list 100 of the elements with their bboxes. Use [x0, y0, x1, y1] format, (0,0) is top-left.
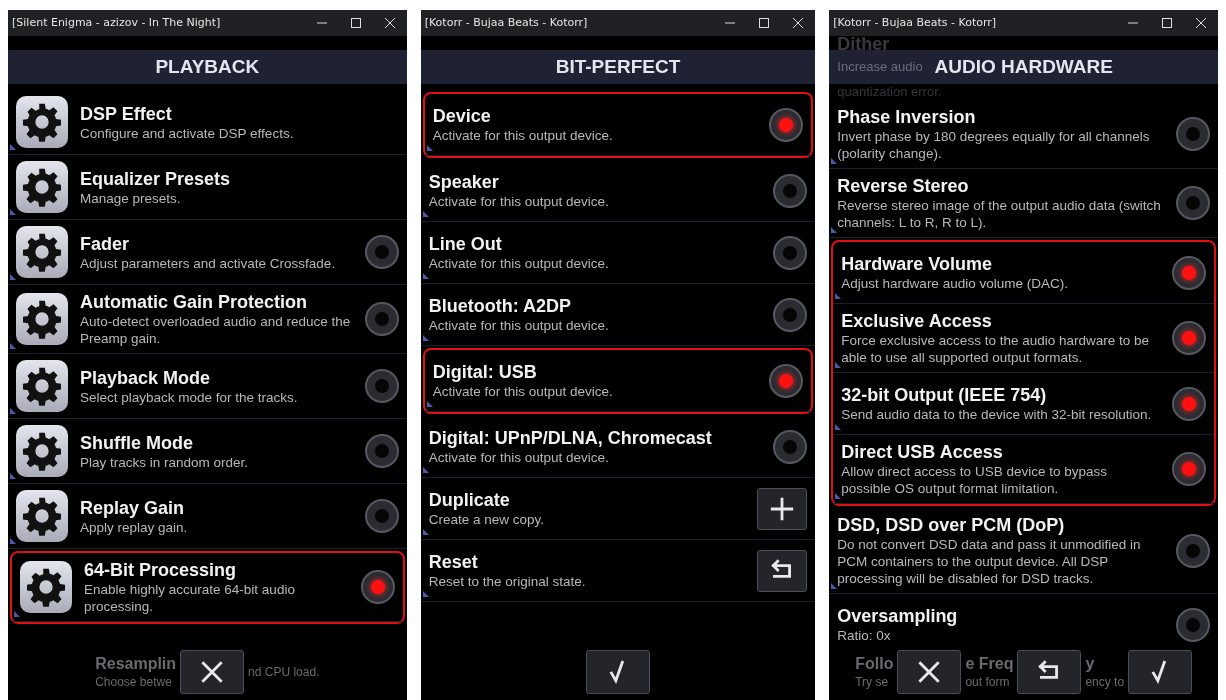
setting-description: Force exclusive access to the audio hardware to be able to use all supported output formats. — [841, 332, 1150, 366]
close-button[interactable] — [180, 650, 245, 694]
window-title: [Silent Enigma - azizov - In The Night] — [12, 14, 222, 31]
toggle-switch[interactable] — [364, 369, 399, 403]
settings-row[interactable]: Bluetooth: A2DP Activate for this output device. — [420, 284, 816, 346]
corner-marker-icon — [10, 408, 16, 414]
settings-row[interactable]: DSP Effect Configure and activate DSP effects. — [8, 90, 407, 155]
toggle-switch[interactable] — [1172, 255, 1206, 290]
toggle-switch[interactable] — [1172, 321, 1206, 355]
corner-marker-icon — [10, 144, 16, 150]
setting-description: Adjust hardware audio volume (DAC). — [841, 275, 1069, 292]
setting-description: Allow direct access to USB device to bypass possible OS output format limitation. — [841, 463, 1108, 497]
faded-setting-description: quantization error. — [836, 84, 943, 100]
corner-marker-icon — [10, 473, 16, 479]
toggle-switch[interactable] — [360, 570, 395, 604]
setting-description: Adjust parameters and activate Crossfade. — [80, 254, 337, 272]
settings-row[interactable]: 32-bit Output (IEEE 754) Send audio data to the device with 32-bit resolution. — [833, 373, 1214, 435]
setting-title: Hardware Volume — [841, 253, 994, 275]
settings-row[interactable]: Replay Gain Apply replay gain. — [8, 484, 407, 549]
setting-title: DSD, DSD over PCM (DoP) — [837, 514, 1066, 536]
setting-title: Duplicate — [428, 489, 511, 511]
setting-description: Reset to the original state. — [428, 573, 587, 590]
settings-row[interactable]: Digital: USB Activate for this output device. — [424, 350, 812, 412]
faded-setting-description: out form — [965, 673, 1011, 691]
setting-title: Reverse Stereo — [837, 175, 970, 197]
corner-marker-icon — [14, 611, 20, 617]
settings-row[interactable]: Reverse Stereo Reverse stereo image of the output audio data (switch channels: L to R, R to L). — [829, 169, 1218, 238]
maximize-icon[interactable] — [759, 18, 770, 28]
faded-setting-title: Follo — [855, 653, 894, 673]
close-button[interactable] — [897, 650, 962, 694]
toggle-switch[interactable] — [773, 429, 808, 464]
toggle-switch[interactable] — [1172, 386, 1206, 421]
settings-row[interactable]: 64-Bit Processing Enable highly accurate 64-bit audio processing. — [12, 553, 403, 622]
settings-row[interactable]: Hardware Volume Adjust hardware audio volume (DAC). — [833, 242, 1214, 304]
setting-title: Speaker — [428, 171, 500, 193]
corner-marker-icon — [10, 538, 16, 544]
settings-row[interactable]: Reset Reset to the original state. — [420, 540, 816, 602]
settings-row[interactable]: Exclusive Access Force exclusive access to the audio hardware to be able to use all supported output formats. — [833, 304, 1214, 373]
setting-description: Reverse stereo image of the output audio data (switch channels: L to R, R to L). — [837, 197, 1162, 231]
toggle-switch[interactable] — [769, 107, 804, 142]
setting-title: 32-bit Output (IEEE 754) — [841, 384, 1048, 406]
toggle-switch[interactable] — [773, 297, 808, 332]
faded-setting-description: Choose betwe — [95, 673, 173, 691]
setting-description: Activate for this output device. — [428, 449, 610, 466]
settings-row[interactable]: Shuffle Mode Play tracks in random order. — [8, 419, 407, 484]
settings-row[interactable]: Digital: UPnP/DLNA, Chromecast Activate for this output device. — [420, 416, 816, 478]
close-icon[interactable] — [793, 18, 804, 28]
close-icon — [199, 659, 226, 685]
setting-description: Apply replay gain. — [80, 518, 189, 536]
toggle-switch[interactable] — [364, 302, 399, 336]
corner-marker-icon — [831, 583, 838, 589]
setting-description: Activate for this output device. — [432, 383, 614, 400]
toggle-switch[interactable] — [1172, 452, 1206, 486]
toggle-switch[interactable] — [1176, 186, 1210, 220]
corner-marker-icon — [835, 493, 842, 499]
toggle-switch[interactable] — [364, 499, 399, 533]
close-icon[interactable] — [1196, 18, 1206, 28]
settings-row[interactable]: Direct USB Access Allow direct access to USB device to bypass possible OS output format limitation. — [833, 435, 1214, 504]
setting-description: Activate for this output device. — [428, 255, 610, 272]
setting-description: Invert phase by 180 degrees equally for all channels (polarity change). — [837, 128, 1151, 162]
confirm-button[interactable] — [1128, 650, 1193, 694]
toggle-switch[interactable] — [364, 235, 399, 269]
reset-button[interactable] — [1017, 650, 1082, 694]
toggle-switch[interactable] — [364, 434, 399, 468]
settings-row[interactable]: Automatic Gain Protection Auto-detect overloaded audio and reduce the Preamp gain. — [8, 285, 407, 354]
settings-row[interactable]: Duplicate Create a new copy. — [420, 478, 816, 540]
reset-button[interactable] — [757, 549, 808, 592]
setting-title: Exclusive Access — [841, 310, 993, 332]
toggle-switch[interactable] — [773, 235, 808, 270]
corner-marker-icon — [10, 343, 16, 349]
setting-title: Bluetooth: A2DP — [428, 295, 572, 317]
screen-title: BIT-PERFECT — [554, 54, 682, 79]
toggle-switch[interactable] — [1176, 607, 1210, 642]
setting-title: Equalizer Presets — [80, 167, 232, 190]
corner-marker-icon — [835, 362, 842, 368]
plus-icon — [769, 495, 796, 522]
settings-row[interactable]: DSD, DSD over PCM (DoP) Do not convert DSD data and pass it unmodified in PCM containers to the output device. All DSP processing will be disabled for DSD tracks. — [829, 508, 1218, 594]
faded-setting-title: Dither — [836, 36, 891, 50]
setting-title: Digital: USB — [432, 361, 538, 383]
toggle-switch[interactable] — [1176, 533, 1210, 568]
add-button[interactable] — [757, 487, 808, 530]
toggle-switch[interactable] — [769, 363, 804, 398]
setting-title: Shuffle Mode — [80, 431, 194, 454]
settings-row[interactable]: Line Out Activate for this output device. — [420, 222, 816, 284]
maximize-icon[interactable] — [350, 18, 361, 28]
setting-title: Direct USB Access — [841, 441, 1004, 463]
settings-row[interactable]: Fader Adjust parameters and activate Crossfade. — [8, 220, 407, 285]
toggle-switch[interactable] — [773, 173, 808, 208]
confirm-button[interactable] — [586, 650, 650, 694]
settings-row[interactable]: Equalizer Presets Manage presets. — [8, 155, 407, 220]
toggle-switch[interactable] — [1176, 117, 1210, 151]
maximize-icon[interactable] — [1162, 18, 1172, 28]
close-icon[interactable] — [384, 18, 395, 28]
settings-row[interactable]: Playback Mode Select playback mode for the tracks. — [8, 354, 407, 419]
settings-row[interactable]: Speaker Activate for this output device. — [420, 160, 816, 222]
settings-row[interactable]: Device Activate for this output device. — [424, 94, 812, 156]
settings-row[interactable]: Phase Inversion Invert phase by 180 degrees equally for all channels (polarity change). — [829, 100, 1218, 169]
setting-title: Fader — [80, 232, 131, 255]
faded-setting-title: y — [1085, 653, 1096, 673]
corner-marker-icon — [422, 591, 429, 597]
